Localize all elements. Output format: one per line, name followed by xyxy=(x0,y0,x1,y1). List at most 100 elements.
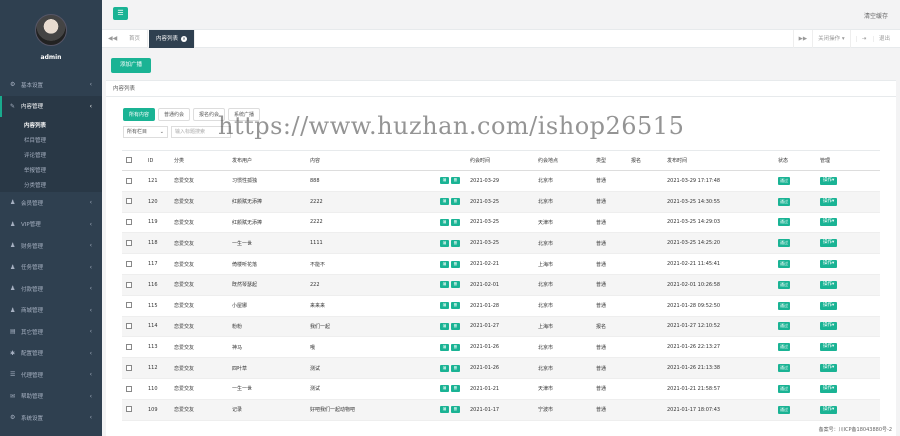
tab-prev-icon[interactable]: ◀◀ xyxy=(108,35,117,42)
edit-button[interactable]: 编 xyxy=(440,260,449,268)
operation-dropdown-button[interactable]: 操作▾ xyxy=(820,197,838,206)
row-checkbox-cell[interactable] xyxy=(122,378,144,400)
operation-dropdown-button[interactable]: 操作▾ xyxy=(820,176,838,185)
avatar[interactable] xyxy=(35,14,67,46)
edit-button[interactable]: 编 xyxy=(440,302,449,310)
edit-button[interactable]: 编 xyxy=(440,364,449,372)
table-row[interactable]: 112 恋爱交友 四叶草 测试编删 2021-01-26 北京市 普通 2021-01-26 … xyxy=(122,357,880,379)
edit-button[interactable]: 编 xyxy=(440,218,449,226)
sidebar-item-6[interactable]: ♟ 付款管理 ‹ xyxy=(0,278,102,300)
operation-dropdown-button[interactable]: 操作▾ xyxy=(820,301,838,310)
subnav-item-2[interactable]: 评论管理 xyxy=(0,147,102,162)
table-row[interactable]: 110 恋爱交友 一生一世 测试编删 2021-01-21 天津市 普通 2021-01-21… xyxy=(122,378,880,400)
table-row[interactable]: 120 恋爱交友 红颜赋无添捧 2222 编删 2021-03-25 北京市 普通 2021-0… xyxy=(122,191,880,213)
row-checkbox-cell[interactable] xyxy=(122,170,144,192)
edit-button[interactable]: 编 xyxy=(440,385,449,393)
row-checkbox[interactable] xyxy=(126,219,132,226)
edit-button[interactable]: 编 xyxy=(440,177,449,185)
row-checkbox[interactable] xyxy=(126,260,132,267)
row-checkbox-cell[interactable] xyxy=(122,357,144,379)
tab-next-icon[interactable]: ▶▶ xyxy=(792,30,812,48)
row-checkbox[interactable] xyxy=(126,240,132,247)
edit-button[interactable]: 编 xyxy=(440,343,449,351)
delete-button[interactable]: 删 xyxy=(451,239,460,247)
edit-button[interactable]: 编 xyxy=(440,198,449,206)
row-checkbox-cell[interactable] xyxy=(122,295,144,317)
sidebar-item-1[interactable]: ✎ 内容管理 ‹ xyxy=(0,95,102,117)
sidebar-item-5[interactable]: ♟ 任务管理 ‹ xyxy=(0,257,102,279)
delete-button[interactable]: 删 xyxy=(451,177,460,185)
row-checkbox[interactable] xyxy=(126,177,132,184)
admin-name[interactable]: admin xyxy=(0,54,102,61)
table-row[interactable]: 115 恋爱交友 小屋娜 来来来编删 2021-01-28 北京市 普通 2021-01-28… xyxy=(122,295,880,317)
subnav-item-3[interactable]: 举报管理 xyxy=(0,162,102,177)
sidebar-item-11[interactable]: ✉ 帮助管理 ‹ xyxy=(0,386,102,408)
delete-button[interactable]: 删 xyxy=(451,198,460,206)
status-badge[interactable]: 通过 xyxy=(778,197,790,206)
status-badge[interactable]: 通过 xyxy=(778,343,790,352)
sidebar-item-10[interactable]: ☰ 代理管理 ‹ xyxy=(0,364,102,386)
table-row[interactable]: 121 恋爱交友 习惯性孤独 888 编删 2021-03-29 北京市 普通 2021-03-… xyxy=(122,170,880,192)
row-checkbox-cell[interactable] xyxy=(122,274,144,296)
filter-button-2[interactable]: 报名约会 xyxy=(193,108,226,121)
edit-button[interactable]: 编 xyxy=(440,281,449,289)
sidebar-item-0[interactable]: ⚙ 基本设置 ‹ xyxy=(0,74,102,96)
status-badge[interactable]: 通过 xyxy=(778,384,790,393)
row-checkbox[interactable] xyxy=(126,344,132,351)
close-ops-button[interactable]: 关闭操作 ▾ xyxy=(812,30,850,48)
tab-content-list[interactable]: 内容列表 ✕ xyxy=(149,30,196,48)
status-badge[interactable]: 通过 xyxy=(778,260,790,269)
search-input[interactable]: 输入标题搜索 xyxy=(171,126,231,138)
row-checkbox-cell[interactable] xyxy=(122,212,144,234)
delete-button[interactable]: 删 xyxy=(451,260,460,268)
tab-home[interactable]: 首页 xyxy=(122,30,149,48)
delete-button[interactable]: 删 xyxy=(451,281,460,289)
table-row[interactable]: 117 恋爱交友 倚楼听花落 不能不编删 2021-02-21 上海市 普通 2021-02-… xyxy=(122,253,880,275)
sidebar-item-12[interactable]: ⚙ 系统设置 ‹ xyxy=(0,407,102,429)
status-badge[interactable]: 通过 xyxy=(778,405,790,414)
filter-button-3[interactable]: 系统广播 xyxy=(228,108,261,121)
row-checkbox[interactable] xyxy=(126,406,132,413)
menu-toggle-button[interactable]: ☰ xyxy=(113,7,128,20)
operation-dropdown-button[interactable]: 操作▾ xyxy=(820,218,838,227)
row-checkbox[interactable] xyxy=(126,323,132,330)
edit-button[interactable]: 编 xyxy=(440,322,449,330)
sidebar-item-7[interactable]: ♟ 商城管理 ‹ xyxy=(0,300,102,322)
close-icon[interactable]: ✕ xyxy=(181,35,188,42)
row-checkbox[interactable] xyxy=(126,364,132,371)
logout-button[interactable]: ⇥ 退出 xyxy=(849,30,900,48)
operation-dropdown-button[interactable]: 操作▾ xyxy=(820,405,838,414)
operation-dropdown-button[interactable]: 操作▾ xyxy=(820,280,838,289)
table-row[interactable]: 109 恋爱交友 记录 好吧我们一起动物吧编删 2021-01-17 宁波市 普通 2021-… xyxy=(122,399,880,421)
table-row[interactable]: 118 恋爱交友 一生一世 1111 编删 2021-03-25 北京市 普通 2021-03-… xyxy=(122,232,880,255)
delete-button[interactable]: 删 xyxy=(451,218,460,226)
delete-button[interactable]: 删 xyxy=(451,343,460,351)
delete-button[interactable]: 删 xyxy=(451,364,460,372)
delete-button[interactable]: 删 xyxy=(451,322,460,330)
table-row[interactable]: 114 恋爱交友 粉粉 我们一起编删 2021-01-27 上海市 报名 2021-01-27… xyxy=(122,316,880,338)
row-checkbox[interactable] xyxy=(126,281,132,288)
sidebar-item-3[interactable]: ♟ VIP管理 ‹ xyxy=(0,214,102,236)
status-badge[interactable]: 通过 xyxy=(778,301,790,310)
status-badge[interactable]: 通过 xyxy=(778,176,790,185)
delete-button[interactable]: 删 xyxy=(451,406,460,414)
clear-cache-link[interactable]: 清空缓存 xyxy=(864,11,888,20)
select-all-checkbox[interactable] xyxy=(126,157,132,164)
row-checkbox[interactable] xyxy=(126,198,132,205)
subnav-item-0[interactable]: 内容列表 xyxy=(0,117,102,132)
table-row[interactable]: 119 恋爱交友 红颜赋无添捧 2222 编删 2021-03-25 天津市 普通 2021-0… xyxy=(122,212,880,234)
status-badge[interactable]: 通过 xyxy=(778,364,790,373)
delete-button[interactable]: 删 xyxy=(451,385,460,393)
row-checkbox-cell[interactable] xyxy=(122,336,144,359)
operation-dropdown-button[interactable]: 操作▾ xyxy=(820,239,838,248)
row-checkbox-cell[interactable] xyxy=(122,253,144,275)
operation-dropdown-button[interactable]: 操作▾ xyxy=(820,384,838,393)
row-checkbox[interactable] xyxy=(126,302,132,309)
status-badge[interactable]: 通过 xyxy=(778,218,790,227)
sidebar-item-2[interactable]: ♟ 会员管理 ‹ xyxy=(0,192,102,214)
column-select[interactable]: 所有栏目 ⌄ xyxy=(123,126,168,138)
row-checkbox-cell[interactable] xyxy=(122,316,144,338)
operation-dropdown-button[interactable]: 操作▾ xyxy=(820,260,838,269)
sidebar-item-8[interactable]: ▤ 其它管理 ‹ xyxy=(0,321,102,343)
subnav-item-1[interactable]: 栏目管理 xyxy=(0,132,102,147)
